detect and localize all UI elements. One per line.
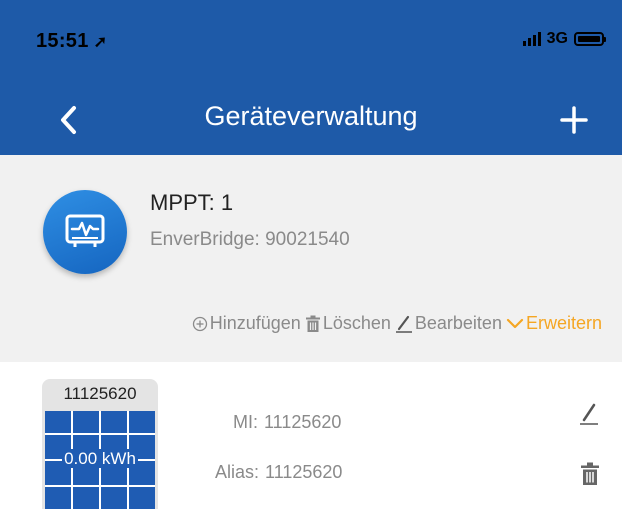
energy-value-text: 0.00 kWh bbox=[62, 449, 138, 468]
add-circle-icon bbox=[192, 316, 207, 331]
battery-icon bbox=[574, 32, 606, 46]
trash-icon bbox=[305, 315, 320, 332]
solar-panel-icon: 0.00 kWh bbox=[45, 411, 155, 509]
pencil-icon bbox=[395, 315, 412, 333]
mi-value: 11125620 bbox=[264, 412, 342, 432]
monitor-icon bbox=[43, 190, 127, 274]
status-indicators: 3G bbox=[522, 30, 606, 48]
status-time: 15:51 ➚ bbox=[36, 30, 107, 53]
network-type: 3G bbox=[546, 30, 568, 47]
delete-action[interactable]: Löschen bbox=[305, 313, 391, 334]
device-panel: MPPT: 1 EnverBridge: 90021540 Hinzufügen… bbox=[0, 155, 622, 362]
alias-label: Alias: bbox=[215, 462, 260, 482]
app-header: 15:51 ➚ 3G Geräteverwaltung bbox=[0, 0, 622, 155]
expand-action[interactable]: Erweitern bbox=[506, 313, 602, 334]
signal-icon bbox=[522, 32, 541, 46]
microinverter-card[interactable]: 11125620 0.00 kWh bbox=[42, 379, 158, 509]
microinverter-row[interactable]: 11125620 0.00 kWh MI: 11125620 Alias: 1112… bbox=[0, 362, 622, 509]
add-action[interactable]: Hinzufügen bbox=[192, 313, 301, 334]
pencil-icon bbox=[580, 403, 598, 425]
mi-label: MI: bbox=[233, 412, 258, 432]
alias-field: Alias: 11125620 bbox=[215, 462, 342, 483]
mppt-label: MPPT: 1 bbox=[150, 190, 234, 215]
mi-field: MI: 11125620 bbox=[233, 412, 341, 433]
expand-action-label: Erweitern bbox=[525, 313, 602, 333]
delete-action-label: Löschen bbox=[322, 313, 391, 333]
delete-mi-button[interactable] bbox=[580, 462, 600, 491]
location-arrow-icon: ➚ bbox=[93, 34, 108, 51]
energy-value: 0.00 kWh bbox=[45, 449, 155, 469]
add-action-label: Hinzufügen bbox=[209, 313, 301, 333]
nav-bar: Geräteverwaltung bbox=[0, 80, 622, 155]
status-time-text: 15:51 bbox=[36, 30, 89, 52]
trash-icon bbox=[581, 462, 599, 485]
page-title: Geräteverwaltung bbox=[204, 101, 418, 131]
microinverter-serial: 11125620 bbox=[63, 384, 137, 403]
device-actions: Hinzufügen Löschen Bearbeiten Erweitern bbox=[188, 313, 602, 334]
add-device-button[interactable] bbox=[554, 100, 594, 140]
alias-value: 11125620 bbox=[265, 462, 343, 482]
plus-icon bbox=[560, 106, 588, 134]
status-bar: 15:51 ➚ 3G bbox=[0, 0, 622, 70]
enverbridge-label: EnverBridge: 90021540 bbox=[150, 229, 350, 250]
edit-action-label: Bearbeiten bbox=[414, 313, 502, 333]
chevron-down-icon bbox=[506, 318, 524, 328]
edit-action[interactable]: Bearbeiten bbox=[395, 313, 502, 334]
edit-mi-button[interactable] bbox=[578, 402, 600, 431]
